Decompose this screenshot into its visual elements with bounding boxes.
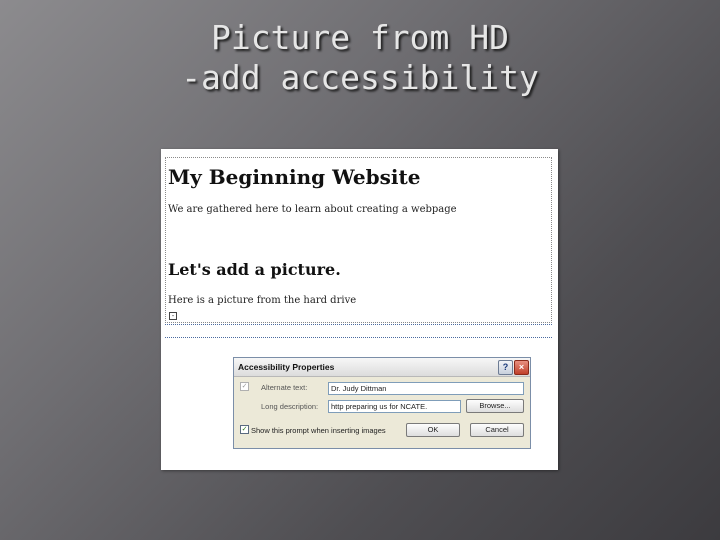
close-button[interactable]: × (514, 360, 529, 375)
slide-title-line1: Picture from HD (210, 18, 509, 57)
alt-text-checkbox: ✓ (240, 382, 249, 391)
dialog-title: Accessibility Properties (238, 362, 335, 372)
long-description-label: Long description: (261, 402, 319, 411)
website-intro: We are gathered here to learn about crea… (168, 204, 457, 215)
slide-title-line2: -add accessibility (181, 58, 539, 97)
alt-text-input[interactable]: Dr. Judy Dittman (328, 382, 524, 395)
show-prompt-checkbox[interactable]: ✓ (240, 425, 249, 434)
cancel-button[interactable]: Cancel (470, 423, 524, 437)
alt-text-label: Alternate text: (261, 383, 308, 392)
slide-title: Picture from HD -add accessibility (150, 18, 570, 98)
website-heading: My Beginning Website (168, 165, 421, 189)
long-description-input[interactable]: http preparing us for NCATE. (328, 400, 461, 413)
broken-image-icon[interactable]: - (169, 312, 177, 320)
screenshot-panel: My Beginning Website We are gathered her… (161, 149, 558, 470)
website-picture-note: Here is a picture from the hard drive (168, 295, 357, 306)
dialog-titlebar[interactable]: Accessibility Properties ? × (234, 358, 530, 377)
ok-button[interactable]: OK (406, 423, 460, 437)
help-button[interactable]: ? (498, 360, 513, 375)
accessibility-dialog: Accessibility Properties ? × ✓ Alternate… (233, 357, 531, 449)
website-subheading: Let's add a picture. (168, 260, 341, 279)
show-prompt-label: Show this prompt when inserting images (251, 426, 386, 435)
browse-button[interactable]: Browse... (466, 399, 524, 413)
editor-bottom-border (165, 324, 552, 338)
